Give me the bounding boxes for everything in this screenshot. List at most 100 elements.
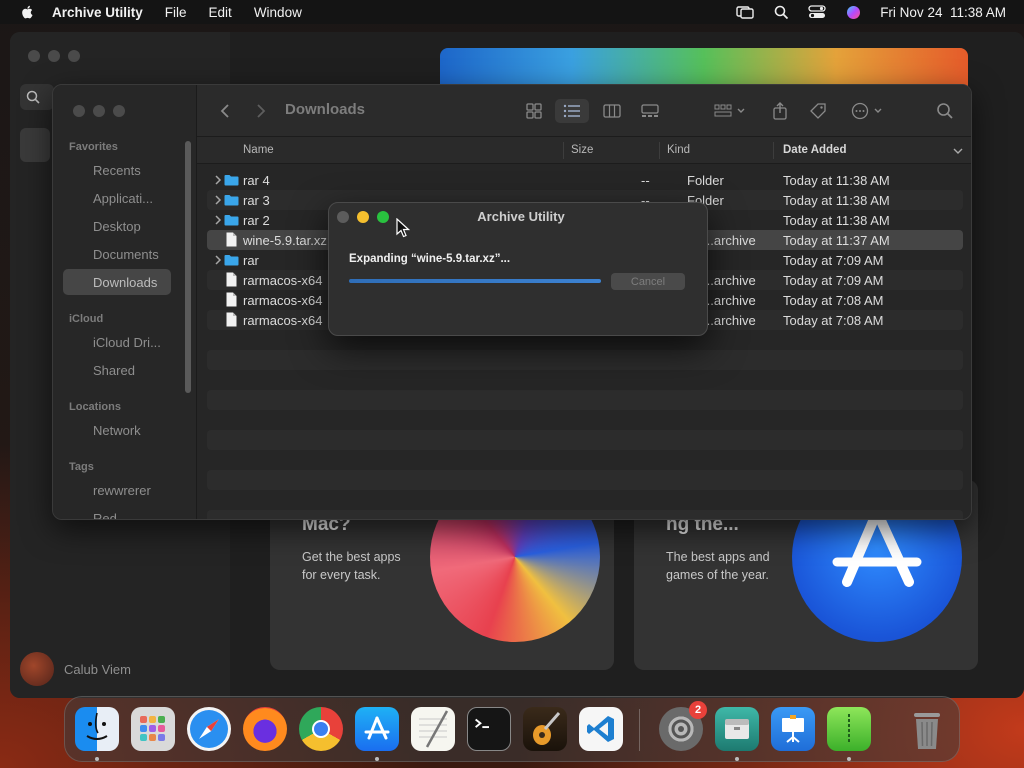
chevron-left-icon xyxy=(220,104,229,118)
dock-vscode-icon[interactable] xyxy=(579,707,623,751)
dock-running-indicator xyxy=(95,757,99,761)
user-account[interactable]: Calub Viem xyxy=(20,652,131,686)
sidebar-item-icloud-drive[interactable]: iCloud Dri... xyxy=(63,329,171,355)
column-divider[interactable] xyxy=(659,142,660,159)
sidebar-item-network[interactable]: Network xyxy=(63,417,171,443)
column-divider[interactable] xyxy=(773,142,774,159)
finder-zoom-button[interactable] xyxy=(113,105,125,117)
apple-icon[interactable] xyxy=(18,4,38,20)
sidebar-item-tag-red[interactable]: Red xyxy=(63,505,171,520)
sidebar-item-shared[interactable]: Shared xyxy=(63,357,171,383)
back-button[interactable] xyxy=(217,99,233,123)
column-header-row: Name Size Kind Date Added xyxy=(197,137,971,164)
sidebar-item-desktop[interactable]: Desktop xyxy=(63,213,171,239)
siri-icon[interactable] xyxy=(844,5,862,19)
dock-safari-icon[interactable] xyxy=(187,707,231,751)
menu-app-name[interactable]: Archive Utility xyxy=(52,5,143,20)
share-button[interactable] xyxy=(769,99,791,123)
disclosure-chevron-icon[interactable] xyxy=(213,193,223,207)
ellipsis-circle-icon xyxy=(851,102,882,120)
folder-icon xyxy=(224,215,239,226)
tag-button[interactable] xyxy=(807,99,829,123)
sidebar-scrollbar[interactable] xyxy=(185,141,191,393)
avatar xyxy=(20,652,54,686)
file-date-added: Today at 7:09 AM xyxy=(783,273,884,288)
dock: 2 xyxy=(64,696,960,762)
dock-textedit-icon[interactable] xyxy=(411,707,455,751)
dock-running-indicator xyxy=(375,757,379,761)
sidebar-item-applications[interactable]: Applicati... xyxy=(63,185,171,211)
document-icon xyxy=(226,312,237,327)
file-date-added: Today at 11:37 AM xyxy=(783,233,890,248)
screen-mirroring-icon[interactable] xyxy=(736,5,754,19)
more-actions-button[interactable] xyxy=(849,99,889,123)
finder-close-button[interactable] xyxy=(73,105,85,117)
dock-archive-utility-icon[interactable] xyxy=(715,707,759,751)
menu-file[interactable]: File xyxy=(165,5,187,20)
finder-minimize-button[interactable] xyxy=(93,105,105,117)
bg-zoom-button[interactable] xyxy=(68,50,80,62)
column-divider[interactable] xyxy=(563,142,564,159)
bg-close-button[interactable] xyxy=(28,50,40,62)
cancel-button[interactable]: Cancel xyxy=(611,273,685,290)
file-row[interactable]: rar 4 -- Folder Today at 11:38 AM xyxy=(207,170,963,190)
group-by-button[interactable] xyxy=(711,99,751,123)
mouse-pointer-icon xyxy=(396,218,410,238)
sidebar-item-recents[interactable]: Recents xyxy=(63,157,171,183)
dock-terminal-icon[interactable] xyxy=(467,707,511,751)
sort-chevron-down-icon[interactable] xyxy=(953,147,963,155)
dialog-title: Archive Utility xyxy=(477,209,565,224)
file-date-added: Today at 11:38 AM xyxy=(783,213,890,228)
column-header-name[interactable]: Name xyxy=(243,144,274,156)
sidebar-item-tag-rewwrerer[interactable]: rewwrerer xyxy=(63,477,171,503)
column-view-button[interactable] xyxy=(597,99,627,123)
card-text: Get the best apps for every task. xyxy=(302,550,401,582)
file-date-added: Today at 11:38 AM xyxy=(783,193,890,208)
sidebar-header-locations: Locations xyxy=(69,401,121,413)
dock-app-store-icon[interactable] xyxy=(355,707,399,751)
sidebar-item-documents[interactable]: Documents xyxy=(63,241,171,267)
bg-search-field[interactable] xyxy=(20,84,54,110)
dock-finder-icon[interactable] xyxy=(75,707,119,751)
dock-archive-app-icon[interactable] xyxy=(827,707,871,751)
column-header-size[interactable]: Size xyxy=(571,144,593,156)
gallery-view-button[interactable] xyxy=(635,99,665,123)
forward-button[interactable] xyxy=(253,99,269,123)
disclosure-chevron-icon[interactable] xyxy=(213,253,223,267)
list-view-button[interactable] xyxy=(555,99,589,123)
folder-icon xyxy=(224,175,239,186)
document-icon xyxy=(226,272,237,287)
finder-search-button[interactable] xyxy=(933,99,957,123)
progress-fill xyxy=(349,279,601,283)
spotlight-search-icon[interactable] xyxy=(772,5,790,19)
column-header-date-added[interactable]: Date Added xyxy=(783,144,846,156)
sidebar-item-downloads[interactable]: Downloads xyxy=(63,269,171,295)
dock-separator xyxy=(639,709,640,751)
finder-sidebar: Favorites Recents Applicati... Desktop D… xyxy=(53,85,197,520)
disclosure-chevron-icon[interactable] xyxy=(213,213,223,227)
bg-sidebar-selected[interactable] xyxy=(20,128,50,162)
column-header-kind[interactable]: Kind xyxy=(667,144,690,156)
menu-window[interactable]: Window xyxy=(254,5,302,20)
dock-keynote-icon[interactable] xyxy=(771,707,815,751)
bg-minimize-button[interactable] xyxy=(48,50,60,62)
icon-view-button[interactable] xyxy=(519,99,549,123)
finder-toolbar: Downloads xyxy=(197,85,971,137)
sidebar-header-favorites: Favorites xyxy=(69,141,118,153)
search-icon xyxy=(937,103,953,119)
dock-launchpad-icon[interactable] xyxy=(131,707,175,751)
dock-running-indicator xyxy=(735,757,739,761)
menu-bar-clock[interactable]: Fri Nov 24 11:38 AM xyxy=(880,5,1006,20)
dock-chrome-icon[interactable] xyxy=(299,707,343,751)
grid-icon xyxy=(526,103,542,119)
file-kind: ...archive xyxy=(703,313,756,328)
dock-trash-icon[interactable] xyxy=(905,707,949,751)
disclosure-chevron-icon[interactable] xyxy=(213,173,223,187)
empty-row xyxy=(207,490,963,510)
control-center-icon[interactable] xyxy=(808,5,826,19)
empty-row xyxy=(207,430,963,450)
empty-row xyxy=(207,350,963,370)
dock-garageband-icon[interactable] xyxy=(523,707,567,751)
dock-firefox-icon[interactable] xyxy=(243,707,287,751)
menu-edit[interactable]: Edit xyxy=(209,5,232,20)
